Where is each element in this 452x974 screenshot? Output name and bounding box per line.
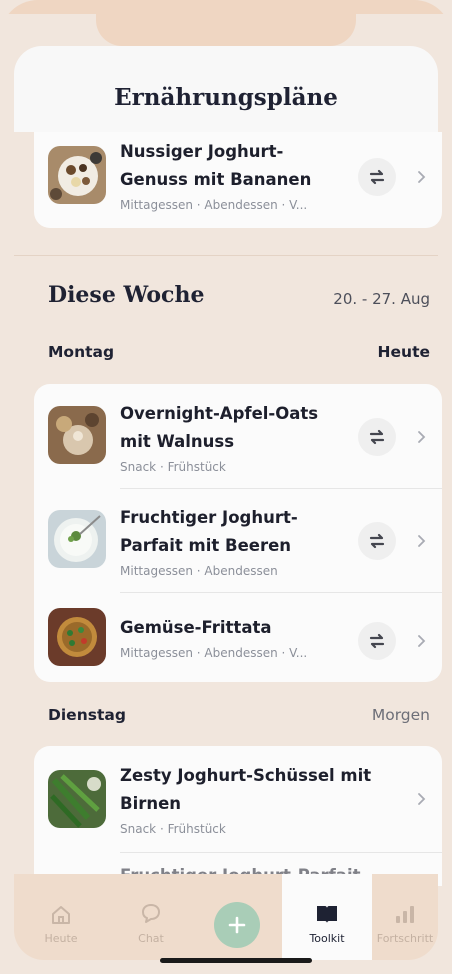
chat-icon (142, 904, 160, 923)
tab-toolkit[interactable]: Toolkit (292, 874, 362, 945)
meal-title: Fruchtiger Joghurt- Parfait mit Beeren (120, 508, 298, 555)
list-item[interactable]: Gemüse-Frittata Mittagessen · Abendessen… (34, 592, 442, 682)
notch (96, 0, 356, 46)
page-title: Ernährungspläne (114, 84, 338, 111)
meal-title: Gemüse-Frittata (120, 618, 272, 637)
day-card-monday: Overnight-Apfel-Oats mit Walnuss Snack ·… (34, 384, 442, 682)
meal-thumbnail (48, 406, 106, 464)
meal-tags: Snack · Frühstück (120, 460, 226, 474)
add-button[interactable] (214, 902, 260, 948)
meal-tags: Snack · Frühstück (120, 822, 226, 836)
top-meal-card[interactable]: Nussiger Joghurt- Genuss mit Bananen Mit… (34, 132, 442, 228)
day-label-monday: Montag (48, 343, 115, 361)
chevron-right-icon[interactable] (414, 170, 428, 184)
meal-thumbnail (48, 770, 106, 828)
swap-icon (369, 169, 385, 185)
chevron-right-icon[interactable] (414, 430, 428, 444)
swap-button[interactable] (358, 418, 396, 456)
meal-title: Zesty Joghurt-Schüssel mit Birnen (120, 766, 372, 813)
meal-title: Overnight-Apfel-Oats mit Walnuss (120, 404, 319, 451)
week-title: Diese Woche (48, 282, 205, 308)
tab-fortschritt[interactable]: Fortschritt (370, 874, 440, 945)
list-item[interactable]: Zesty Joghurt-Schüssel mit Birnen Snack … (34, 746, 442, 850)
day-relative-monday: Heute (377, 343, 430, 361)
home-icon (52, 906, 70, 924)
home-indicator (160, 958, 312, 963)
meal-thumbnail (48, 510, 106, 568)
meal-thumbnail (48, 146, 106, 204)
bar-chart-icon (396, 906, 414, 923)
tab-label: Toolkit (309, 932, 345, 945)
day-relative-tuesday: Morgen (371, 706, 430, 724)
day-card-tuesday: Zesty Joghurt-Schüssel mit Birnen Snack … (34, 746, 442, 886)
plus-icon (228, 916, 246, 934)
swap-button[interactable] (358, 622, 396, 660)
date-range: 20. - 27. Aug (333, 290, 430, 308)
meal-tags: Mittagessen · Abendessen · V... (120, 646, 308, 660)
meal-tags: Mittagessen · Abendessen (120, 564, 278, 578)
chevron-right-icon[interactable] (414, 634, 428, 648)
list-item[interactable]: Fruchtiger Joghurt- Parfait mit Beeren M… (34, 488, 442, 592)
tab-heute[interactable]: Heute (26, 874, 96, 945)
tab-label: Chat (138, 932, 164, 945)
tab-label: Fortschritt (376, 932, 434, 945)
tab-bar: Heute Chat Toolkit Fortschritt (14, 874, 438, 960)
meal-thumbnail (48, 608, 106, 666)
chevron-right-icon[interactable] (414, 534, 428, 548)
swap-icon (369, 533, 385, 549)
meal-title: Nussiger Joghurt- Genuss mit Bananen (120, 142, 312, 189)
meal-tags: Mittagessen · Abendessen · V... (120, 198, 308, 212)
book-icon (317, 906, 337, 923)
tab-label: Heute (44, 932, 78, 945)
swap-icon (369, 429, 385, 445)
swap-button[interactable] (358, 522, 396, 560)
chevron-right-icon[interactable] (414, 792, 428, 806)
tab-chat[interactable]: Chat (116, 874, 186, 945)
list-item[interactable]: Overnight-Apfel-Oats mit Walnuss Snack ·… (34, 384, 442, 488)
swap-icon (369, 633, 385, 649)
day-label-tuesday: Dienstag (48, 706, 126, 724)
swap-button[interactable] (358, 158, 396, 196)
phone-screen: Ernährungspläne Nussiger Joghurt- Genuss… (0, 0, 452, 974)
section-divider (14, 255, 438, 256)
